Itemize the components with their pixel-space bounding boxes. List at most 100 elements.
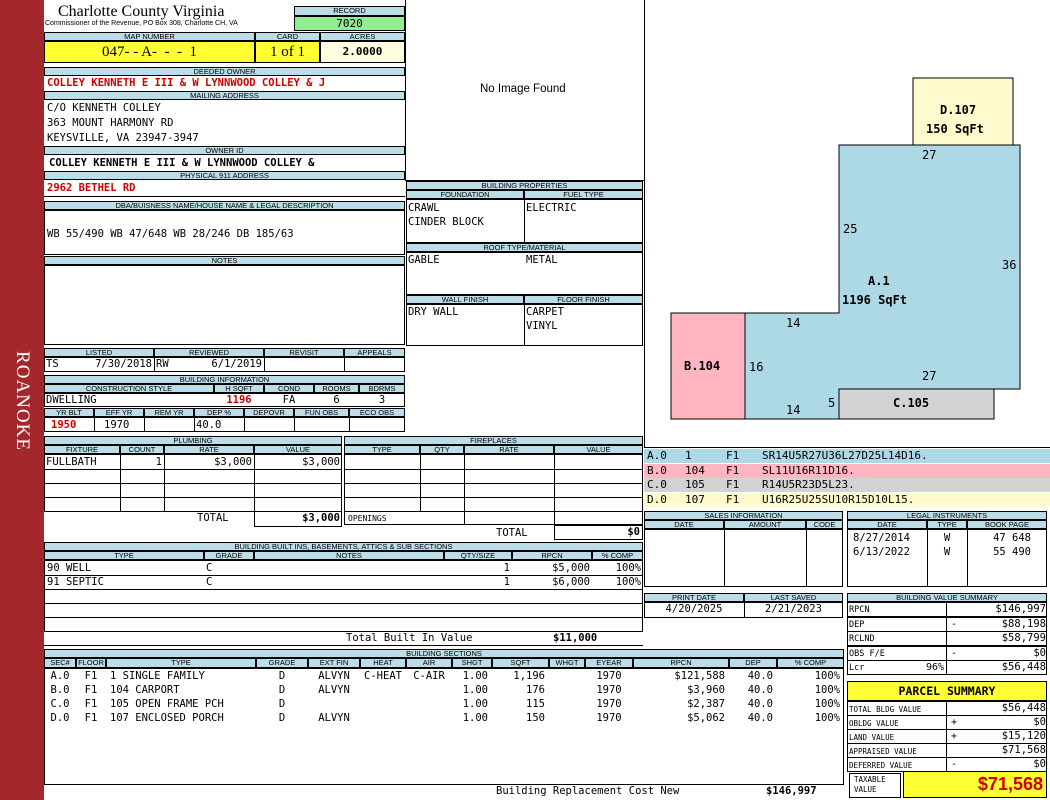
mailing-label: MAILING ADDRESS [44,91,405,100]
section-row-0-col-13: 100% [814,670,840,682]
vector-n: 1 [685,449,692,462]
value-summary-label: Lcr [849,663,865,673]
section-row-2-col-13: 100% [814,698,840,710]
side-label: ROANOKE [12,351,33,451]
roof-type: GABLE [408,254,440,266]
sections-col-6: AIR [406,658,452,668]
vector-sec: D.0 [647,492,667,506]
sections-col-0: SEC# [44,658,76,668]
print-date: 4/20/2025 [665,603,723,615]
plumbing-rate: $3,000 [214,456,252,468]
value-summary-label: RCLND [849,634,875,644]
section-row-1-col-8: 176 [526,684,545,696]
section-row-0-col-4: ALVYN [318,670,350,682]
mailing-line-1: C/O KENNETH COLLEY [47,102,161,114]
section-row-3-col-7: 1.00 [462,712,488,724]
builtin-1-grade: C [206,562,213,574]
reviewed-label: REVIEWED [154,348,264,357]
vector-row: A.0 1 F1 SR14U5R27U36L27D25L14D16. [644,449,1050,463]
notes-box [44,265,405,345]
sales-col-code: CODE [806,520,843,529]
fireplace-col-type: TYPE [344,445,420,454]
value-summary-label: OBS F/E [849,648,885,659]
sales-title: SALES INFORMATION [644,511,843,520]
section-row-3-col-13: 100% [814,712,840,724]
builtin-1-qty: 1 [503,562,510,574]
effyr: 1970 [104,419,130,431]
dep: 40.0 [196,419,222,431]
physical-address: 2962 BETHEL RD [47,182,136,194]
floor-label: FLOOR FINISH [524,295,643,304]
value-summary-row: DEP - $88,198 [847,616,1047,632]
vector-sec: B.0 [647,463,667,477]
value-summary-row: Lcr 96% $56,448 [847,660,1047,675]
section-row-3-col-1: F1 [84,712,98,724]
value-summary-sign: - [951,618,958,630]
wall-label: WALL FINISH [406,295,524,304]
acres-label: ACRES [320,32,405,41]
print-date-label: PRINT DATE [644,593,744,602]
dim-bottom-5: 5 [828,396,836,410]
sections-col-9: WHGT [549,658,585,668]
owner-id-label: OWNER ID [44,146,405,155]
mailing-line-3: KEYSVILLE, VA 23947-3947 [47,132,199,144]
plumbing-col-count: COUNT [120,445,164,454]
builtin-2-grade: C [206,576,213,588]
map-number-label: MAP NUMBER [44,32,255,41]
vector-n: 104 [685,463,705,477]
parcel-summary-sign: - [951,759,958,770]
county-title: Charlotte County Virginia [58,3,225,20]
section-row-2-col-10: 1970 [596,698,622,710]
section-row-2-col-7: 1.00 [462,698,488,710]
value-summary-row: OBS F/E - $0 [847,645,1047,661]
card-label: CARD [255,32,320,41]
sections-col-13: % COMP [777,658,844,668]
builtin-col-rpcn: RPCN [512,551,592,560]
dim-top: 27 [922,148,937,162]
section-row-0-col-12: 40.0 [747,670,773,682]
bdrms: 3 [378,394,386,406]
legal-2-type: W [943,546,951,558]
mailing-line-2: 363 MOUNT HARMONY RD [47,117,174,129]
funobs-label: FUN OBS [294,408,349,417]
section-row-2-col-12: 40.0 [747,698,773,710]
building-info-title: BUILDING INFORMATION [44,375,405,384]
sections-title: BUILDING SECTIONS [44,649,844,658]
listed-date: 7/30/2018 [95,358,152,370]
rooms-label: ROOMS [314,384,359,393]
section-row-1-col-7: 1.00 [462,684,488,696]
no-image-text: No Image Found [480,83,566,95]
built-ins-title: BUILDING BUILT INS, BASEMENTS, ATTICS & … [44,542,643,551]
section-row-0-col-8: 1,196 [513,670,545,682]
builtin-1-rpcn: $5,000 [552,562,590,574]
notes-label: NOTES [44,256,405,265]
dim-bottom-27: 27 [922,369,937,383]
cond: FA [282,394,296,406]
section-row-0-col-7: 1.00 [462,670,488,682]
owner-id: COLLEY KENNETH E III & W LYNNWOOD COLLEY… [49,157,315,169]
parcel-summary-title: PARCEL SUMMARY [847,681,1047,701]
deeded-owner: COLLEY KENNETH E III & W LYNNWOOD COLLEY… [47,77,326,89]
plumbing-col-value: VALUE [254,445,342,454]
sketch-c-label: C.105 [893,396,930,410]
appeals-label: APPEALS [344,348,405,357]
parcel-summary-value: $0 [1033,716,1046,728]
section-row-1-col-0: B.0 [50,684,70,696]
value-summary-value: $56,448 [1001,661,1046,673]
section-row-3-col-8: 150 [526,712,545,724]
section-row-3-col-4: ALVYN [318,712,350,724]
value-summary-value: $88,198 [1001,617,1046,630]
section-row-0-col-2: 1 SINGLE FAMILY [110,670,205,682]
yrblt: 1950 [51,419,77,431]
value-summary-row: RPCN $146,997 [847,602,1047,617]
roof-label: ROOF TYPE/MATERIAL [406,243,643,252]
last-saved-label: LAST SAVED [744,593,843,602]
section-row-1-col-2: 104 CARPORT [110,684,180,696]
wall-finish: DRY WALL [408,306,459,318]
fuel-label: FUEL TYPE [524,190,643,199]
builtin-col-notes: NOTES [254,551,444,560]
listed-label: LISTED [44,348,154,357]
vector-row: B.0 104 F1 SL11U16R11D16. [644,463,1050,478]
builtin-col-grade: GRADE [204,551,254,560]
construction-style: DWELLING [46,394,97,406]
